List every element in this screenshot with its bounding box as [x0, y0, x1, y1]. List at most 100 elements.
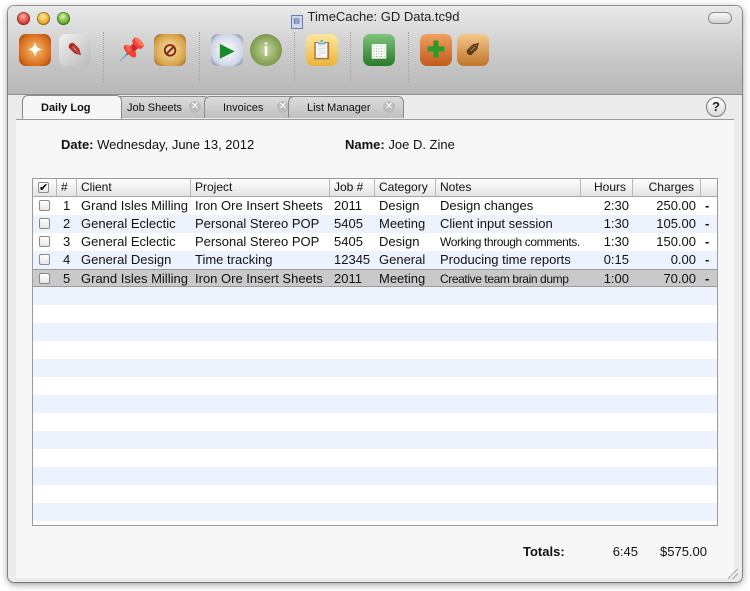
column-header-client[interactable]: Client: [77, 179, 191, 196]
add-entry-button[interactable]: ✚: [420, 34, 452, 66]
column-header-job[interactable]: Job #: [330, 179, 375, 196]
tab-list-manager[interactable]: List Manager ✕: [288, 96, 404, 118]
cell-job: 2011: [334, 198, 362, 213]
cell-job: 12345: [334, 252, 371, 267]
cell-category: Meeting: [379, 216, 426, 231]
cell-hours: 1:00: [603, 271, 629, 286]
cell-job: 2011: [334, 271, 362, 286]
cell-job: 5405: [334, 216, 363, 231]
cell-hours: 2:30: [603, 198, 629, 213]
row-checkbox[interactable]: [39, 236, 50, 247]
document-icon: ▤: [290, 15, 303, 29]
resize-grip[interactable]: [728, 569, 738, 579]
row-checkbox[interactable]: [39, 218, 50, 229]
toolbar-separator: [350, 32, 352, 82]
toolbar-separator: [294, 32, 296, 82]
cell-num: 5: [63, 271, 71, 286]
compass-button[interactable]: ✦: [19, 34, 51, 66]
cell-project: Time tracking: [195, 252, 273, 267]
row-checkbox[interactable]: [39, 200, 50, 211]
select-all-checkbox[interactable]: [38, 180, 49, 197]
column-header-charges[interactable]: Charges: [633, 179, 701, 196]
column-header-notes[interactable]: Notes: [436, 179, 581, 196]
cell-client: General Design: [81, 252, 172, 267]
tab-bar: Daily Log Job Sheets ✕ Invoices ✕ List Man…: [8, 94, 742, 120]
spreadsheet-icon: ▦: [370, 39, 388, 60]
edit-entry-button[interactable]: ✐: [457, 34, 489, 66]
cell-category: Design: [379, 234, 420, 249]
date-field: Date: Wednesday, June 13, 2012: [61, 137, 255, 152]
remove-row-button[interactable]: -: [705, 251, 709, 269]
remove-row-button[interactable]: -: [705, 270, 709, 288]
help-button[interactable]: ?: [706, 97, 726, 117]
toolbar-separator: [408, 32, 410, 82]
row-checkbox[interactable]: [39, 254, 50, 265]
totals-hours: 6:45: [612, 544, 638, 559]
cell-num: 4: [63, 252, 71, 267]
clipboard-icon: 📋: [310, 39, 334, 60]
cell-notes: Working through comments...: [440, 235, 581, 249]
select-all-header[interactable]: [33, 179, 57, 197]
tab-daily-log[interactable]: Daily Log: [22, 95, 122, 119]
cell-client: Grand Isles Milling: [81, 198, 188, 213]
remove-row-button[interactable]: -: [705, 197, 709, 215]
tab-job-sheets[interactable]: Job Sheets ✕: [108, 96, 210, 118]
spreadsheet-button[interactable]: ▦: [363, 34, 395, 66]
cell-charges: 105.00: [656, 216, 696, 231]
row-checkbox[interactable]: [39, 273, 50, 284]
cell-charges: 70.00: [663, 271, 696, 286]
toolbar-separator: [199, 32, 201, 82]
clipboard-button[interactable]: 📋: [306, 34, 338, 66]
cell-charges: 250.00: [656, 198, 696, 213]
cell-hours: 0:15: [603, 252, 629, 267]
daily-log-panel: Date: Wednesday, June 13, 2012 Name: Joe…: [16, 119, 734, 578]
close-tab-icon[interactable]: ✕: [189, 101, 201, 113]
preferences-button[interactable]: ✎: [59, 34, 91, 66]
close-tab-icon[interactable]: ✕: [383, 101, 395, 113]
cell-charges: 0.00: [670, 252, 696, 267]
cell-category: Design: [379, 198, 420, 213]
cell-notes: Client input session: [440, 216, 553, 231]
cell-project: Iron Ore Insert Sheets: [195, 198, 323, 213]
table-row[interactable]: 2 General Eclectic Personal Stereo POP 5405…: [33, 215, 717, 233]
table-row[interactable]: 5 Grand Isles Milling Iron Ore Insert Shee…: [33, 269, 717, 287]
tab-invoices[interactable]: Invoices ✕: [204, 96, 298, 118]
info-button[interactable]: i: [250, 34, 282, 66]
toolbar-toggle-button[interactable]: [708, 12, 732, 24]
play-timer-button[interactable]: ▶: [211, 34, 243, 66]
cell-num: 2: [63, 216, 71, 231]
cell-project: Iron Ore Insert Sheets: [195, 271, 323, 286]
table-row[interactable]: 1 Grand Isles Milling Iron Ore Insert Shee…: [33, 197, 717, 215]
remove-row-button[interactable]: -: [705, 215, 709, 233]
table-row[interactable]: 4 General Design Time tracking 12345 General…: [33, 251, 717, 269]
title-bar: ▤ TimeCache: GD Data.tc9d ✦ ✎ 📌 ⊘ ▶ i 📋 ▦…: [8, 6, 742, 95]
cell-notes: Producing time reports: [440, 252, 571, 267]
window-title: ▤ TimeCache: GD Data.tc9d: [8, 9, 742, 29]
cell-category: General: [379, 252, 426, 267]
row-stripe: [33, 431, 717, 449]
pin-button[interactable]: 📌: [116, 34, 148, 66]
cell-project: Personal Stereo POP: [195, 234, 320, 249]
table-row[interactable]: 3 General Eclectic Personal Stereo POP 5405…: [33, 233, 717, 251]
name-field: Name: Joe D. Zine: [345, 137, 455, 152]
remove-row-button[interactable]: -: [705, 233, 709, 251]
stop-timer-icon: ⊘: [162, 39, 178, 60]
totals-charges: $575.00: [660, 544, 707, 559]
cell-job: 5405: [334, 234, 363, 249]
column-header-hours[interactable]: Hours: [581, 179, 633, 196]
cell-charges: 150.00: [656, 234, 696, 249]
stop-timer-button[interactable]: ⊘: [154, 34, 186, 66]
cell-client: General Eclectic: [81, 216, 176, 231]
column-header-number[interactable]: #: [57, 179, 77, 196]
cell-project: Personal Stereo POP: [195, 216, 320, 231]
info-icon: i: [263, 39, 269, 60]
cell-notes: Design changes: [440, 198, 534, 213]
row-stripe: [33, 287, 717, 305]
time-entries-table: # Client Project Job # Category Notes Ho…: [32, 178, 718, 526]
column-header-project[interactable]: Project: [191, 179, 330, 196]
cell-category: Meeting: [379, 271, 426, 286]
column-header-category[interactable]: Category: [375, 179, 436, 196]
row-stripe: [33, 359, 717, 377]
pin-icon: 📌: [118, 37, 146, 62]
app-window: ▤ TimeCache: GD Data.tc9d ✦ ✎ 📌 ⊘ ▶ i 📋 ▦…: [8, 6, 742, 582]
